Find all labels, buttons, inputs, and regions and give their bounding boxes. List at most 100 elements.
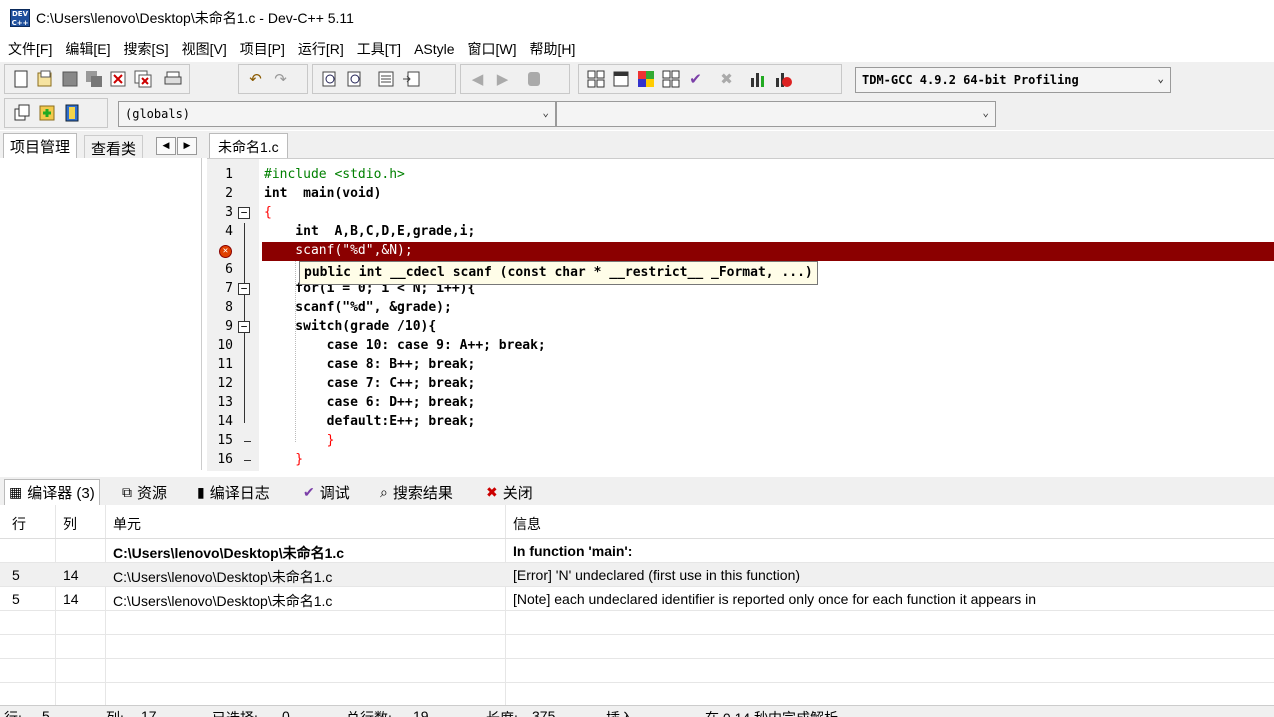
- column-header-col[interactable]: 列: [63, 514, 77, 534]
- compile-run-icon[interactable]: [635, 69, 656, 90]
- grid-icon: ▦: [9, 484, 23, 500]
- code-line: 2 int main(void): [225, 186, 382, 201]
- scroll-left-icon[interactable]: ◀: [156, 137, 176, 155]
- code-line: 8 scanf("%d", &grade);: [225, 300, 452, 315]
- syntax-check-icon[interactable]: ✔: [685, 69, 706, 90]
- menu-edit[interactable]: 编辑[E]: [65, 39, 110, 59]
- class-toolbar: (globals) ⌄ ⌄: [0, 96, 1274, 130]
- code-line: 14 default:E++; break;: [217, 414, 476, 429]
- menu-run[interactable]: 运行[R]: [298, 39, 344, 59]
- replace-icon[interactable]: [344, 69, 365, 90]
- table-row[interactable]: 5 14 C:\Users\lenovo\Desktop\未命名1.c [Not…: [0, 587, 1274, 611]
- run-icon[interactable]: [610, 69, 631, 90]
- find-icon[interactable]: [319, 69, 340, 90]
- undo-icon[interactable]: ↶: [245, 69, 266, 90]
- menu-tools[interactable]: 工具[T]: [357, 39, 401, 59]
- status-row: 5: [42, 708, 50, 717]
- editor-tabs: 未命名1.c: [202, 131, 1274, 159]
- tab-class-browser[interactable]: 查看类: [84, 135, 144, 160]
- new-file-icon[interactable]: [11, 69, 31, 90]
- menu-project[interactable]: 项目[P]: [240, 39, 285, 59]
- window-title: C:\Users\lenovo\Desktop\未命名1.c - Dev-C++…: [36, 10, 354, 26]
- tab-file[interactable]: 未命名1.c: [209, 133, 288, 159]
- code-line: 9 − switch(grade /10){: [225, 319, 437, 334]
- status-length: 375: [532, 708, 556, 717]
- undo-toolbar-group: ↶ ↷: [238, 64, 308, 94]
- indent-icon[interactable]: ◀: [467, 69, 488, 90]
- compile-icon[interactable]: [585, 69, 606, 90]
- status-lines-label: 总行数:: [346, 708, 392, 717]
- main-toolbar: ↶ ↷ ◀ ▶ ✔ ✖ TDM-GCC 4.9.2 64-bit Profili…: [0, 62, 1274, 96]
- check-icon: ✔: [303, 483, 315, 500]
- status-length-label: 长度:: [486, 708, 518, 717]
- tab-close[interactable]: ✖ 关闭: [482, 479, 537, 505]
- insert-icon[interactable]: [11, 103, 32, 124]
- redo-icon[interactable]: ↷: [270, 69, 291, 90]
- code-line-error: ✕ scanf("%d",&N);: [207, 242, 1274, 261]
- toggle-bookmark-icon[interactable]: [36, 103, 57, 124]
- code-line: 15 }: [217, 433, 335, 448]
- symbol-select[interactable]: ⌄: [556, 101, 996, 127]
- code-line: 13 case 6: D++; break;: [217, 395, 476, 410]
- print-icon[interactable]: [163, 69, 183, 90]
- compiler-select[interactable]: TDM-GCC 4.9.2 64-bit Profiling ⌄: [855, 67, 1171, 93]
- chevron-down-icon: ⌄: [1157, 72, 1164, 85]
- menu-help[interactable]: 帮助[H]: [530, 39, 576, 59]
- fold-toggle-icon[interactable]: −: [238, 283, 250, 295]
- stop-icon[interactable]: ✖: [716, 69, 737, 90]
- column-header-line[interactable]: 行: [12, 514, 26, 534]
- save-all-icon[interactable]: [84, 69, 104, 90]
- fold-toggle-icon[interactable]: −: [238, 207, 250, 219]
- goto-function-icon[interactable]: [400, 69, 421, 90]
- status-col: 17: [141, 708, 157, 717]
- compiler-messages-table: 行 列 单元 信息 C:\Users\lenovo\Desktop\未命名1.c…: [0, 505, 1274, 707]
- toggle-comment-icon[interactable]: [523, 69, 544, 90]
- tab-project-manager[interactable]: 项目管理: [3, 133, 78, 158]
- tab-compiler[interactable]: ▦ 编译器 (3): [4, 479, 100, 505]
- status-row-label: 行:: [4, 708, 22, 717]
- table-row[interactable]: C:\Users\lenovo\Desktop\未命名1.c In functi…: [0, 539, 1274, 563]
- open-file-icon[interactable]: [35, 69, 55, 90]
- code-editor[interactable]: 1 #include <stdio.h> 2 int main(void) 3 …: [207, 158, 1274, 471]
- unindent-icon[interactable]: ▶: [492, 69, 513, 90]
- goto-line-icon[interactable]: [375, 69, 396, 90]
- code-line: 3 − {: [225, 205, 272, 220]
- menu-astyle[interactable]: AStyle: [414, 41, 454, 57]
- menu-view[interactable]: 视图[V]: [182, 39, 227, 59]
- status-insert-mode: 插入: [606, 708, 634, 717]
- table-row[interactable]: 5 14 C:\Users\lenovo\Desktop\未命名1.c [Err…: [0, 563, 1274, 587]
- scroll-right-icon[interactable]: ▶: [177, 137, 197, 155]
- fold-toggle-icon[interactable]: −: [238, 321, 250, 333]
- scope-select[interactable]: (globals) ⌄: [118, 101, 556, 127]
- goto-bookmark-icon[interactable]: [61, 103, 82, 124]
- column-header-message[interactable]: 信息: [513, 514, 541, 534]
- table-row-empty: [0, 611, 1274, 635]
- menu-bar: 文件[F] 编辑[E] 搜索[S] 视图[V] 项目[P] 运行[R] 工具[T…: [0, 37, 1274, 61]
- chart-icon: ▮: [197, 483, 205, 500]
- rebuild-icon[interactable]: [660, 69, 681, 90]
- chevron-down-icon: ⌄: [542, 106, 549, 119]
- tab-scroll-buttons: ◀ ▶: [156, 137, 198, 155]
- column-header-unit[interactable]: 单元: [113, 514, 141, 534]
- close-all-icon[interactable]: [132, 69, 152, 90]
- class-nav-group: [4, 98, 108, 128]
- delete-profile-icon[interactable]: [772, 69, 793, 90]
- file-toolbar-group: [4, 64, 190, 94]
- menu-search[interactable]: 搜索[S]: [123, 39, 168, 59]
- close-file-icon[interactable]: [108, 69, 128, 90]
- search-icon: ⌕: [380, 483, 388, 500]
- profile-chart-icon[interactable]: [747, 69, 768, 90]
- menu-file[interactable]: 文件[F]: [8, 39, 52, 59]
- close-icon: ✖: [486, 483, 498, 500]
- app-icon: DEV C++: [10, 9, 30, 27]
- tab-resources[interactable]: ⧉ 资源: [118, 479, 171, 505]
- table-header: 行 列 单元 信息: [0, 505, 1274, 539]
- tab-debug[interactable]: ✔ 调试: [299, 479, 354, 505]
- function-hint-tooltip: public int __cdecl scanf (const char * _…: [299, 261, 818, 285]
- menu-window[interactable]: 窗口[W]: [468, 39, 517, 59]
- table-row-empty: [0, 635, 1274, 659]
- tab-search-results[interactable]: ⌕ 搜索结果: [376, 479, 457, 505]
- tab-compile-log[interactable]: ▮ 编译日志: [193, 479, 274, 505]
- code-line: 11 case 8: B++; break;: [217, 357, 476, 372]
- save-icon[interactable]: [60, 69, 80, 90]
